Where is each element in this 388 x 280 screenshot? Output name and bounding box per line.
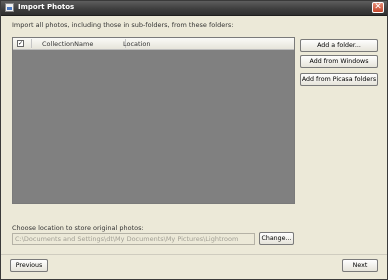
column-header-location[interactable]: Location (123, 40, 151, 48)
next-button[interactable]: Next (342, 259, 378, 272)
location-path-field[interactable]: C:\Documents and Settings\dt\My Document… (12, 233, 255, 245)
folder-list[interactable]: ✓ CollectionName Location (12, 37, 295, 204)
change-location-button[interactable]: Change... (259, 232, 294, 245)
window-title: Import Photos (18, 3, 75, 11)
app-icon (5, 3, 14, 12)
instruction-text: Import all photos, including those in su… (12, 21, 234, 29)
import-photos-window: Import Photos ✕ Import all photos, inclu… (0, 0, 388, 280)
list-header: ✓ CollectionName Location (13, 38, 294, 50)
location-label: Choose location to store original photos… (12, 224, 144, 232)
previous-button[interactable]: Previous (10, 259, 48, 272)
column-header-collection-name[interactable]: CollectionName (42, 40, 93, 48)
add-folder-button[interactable]: Add a folder... (300, 39, 378, 52)
close-icon[interactable]: ✕ (372, 2, 384, 13)
footer-divider (1, 254, 387, 255)
add-from-picasa-button[interactable]: Add from Picasa folders (300, 73, 378, 86)
add-from-windows-button[interactable]: Add from Windows (300, 55, 378, 68)
select-all-checkbox[interactable]: ✓ (17, 40, 24, 47)
title-bar: Import Photos ✕ (1, 1, 387, 16)
column-separator (31, 39, 32, 48)
